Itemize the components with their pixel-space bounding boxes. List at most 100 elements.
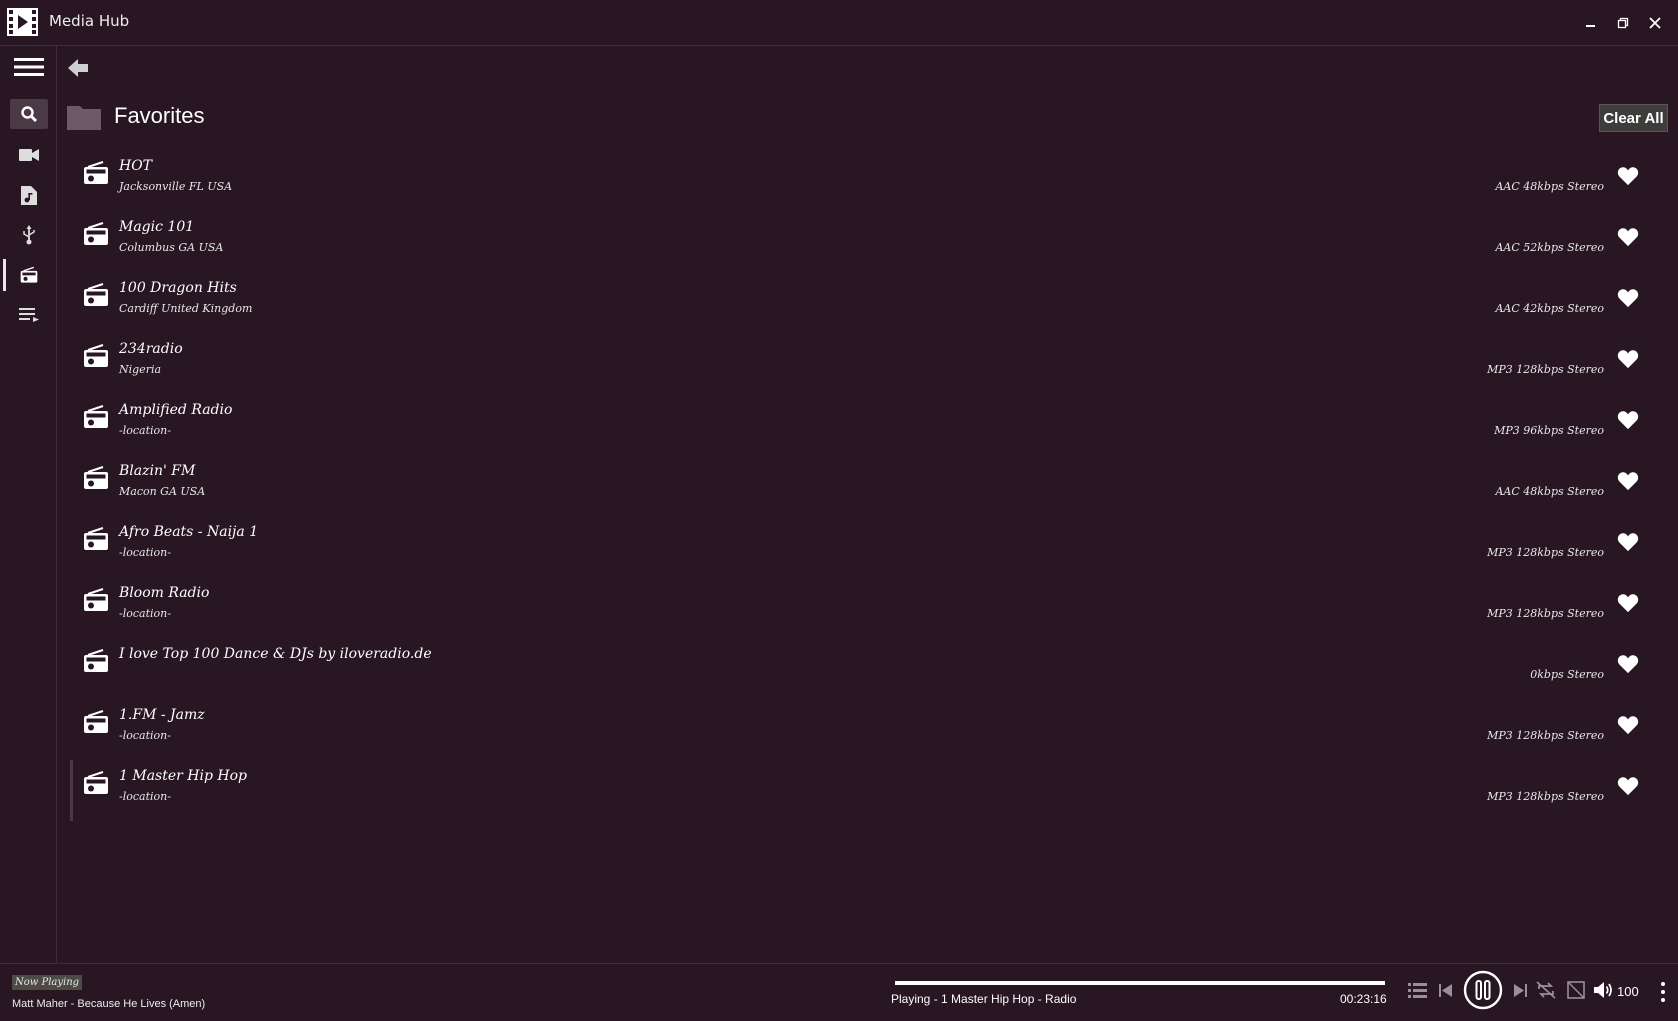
playlist-icon	[18, 308, 39, 322]
more-options-icon[interactable]	[1658, 980, 1668, 1004]
minimize-icon	[1586, 25, 1595, 27]
station-row[interactable]: HOT Jacksonville FL USA AAC 48kbps Stere…	[70, 150, 1670, 211]
radio-icon	[84, 161, 108, 184]
clear-all-button[interactable]: Clear All	[1599, 104, 1668, 132]
radio-icon	[84, 527, 108, 550]
station-format: MP3 128kbps Stereo	[1487, 790, 1604, 803]
sidebar-item-video[interactable]	[0, 136, 57, 174]
radio-icon	[20, 266, 37, 283]
station-row[interactable]: Bloom Radio -location- MP3 128kbps Stere…	[70, 577, 1670, 638]
station-format: AAC 48kbps Stereo	[1495, 180, 1604, 193]
list-icon	[1407, 982, 1427, 998]
title-bar: Media Hub	[0, 0, 1678, 46]
station-row[interactable]: 1 Master Hip Hop -location- MP3 128kbps …	[70, 760, 1670, 821]
station-name: 100 Dragon Hits	[119, 280, 237, 296]
skip-previous-icon	[1438, 983, 1452, 997]
hamburger-menu-icon	[13, 58, 44, 76]
favorite-heart-icon[interactable]	[1617, 776, 1639, 796]
favorite-heart-icon[interactable]	[1617, 410, 1639, 430]
station-location: Jacksonville FL USA	[119, 180, 233, 193]
volume-icon	[1594, 982, 1612, 998]
station-format: MP3 128kbps Stereo	[1487, 546, 1604, 559]
sidebar-item-radio[interactable]	[0, 256, 57, 294]
next-button[interactable]	[1510, 976, 1530, 1004]
close-button[interactable]	[1642, 10, 1668, 36]
back-arrow-icon[interactable]	[66, 56, 92, 80]
favorite-heart-icon[interactable]	[1617, 532, 1639, 552]
fullscreen-off-icon	[1567, 981, 1585, 999]
pause-icon	[1463, 970, 1503, 1010]
folder-icon	[67, 106, 101, 130]
radio-icon	[84, 588, 108, 611]
station-row[interactable]: I love Top 100 Dance & DJs by iloveradio…	[70, 638, 1670, 699]
radio-icon	[84, 405, 108, 428]
playback-time: 00:23:16	[1340, 992, 1387, 1006]
usb-icon	[22, 225, 35, 245]
favorite-heart-icon[interactable]	[1617, 654, 1639, 674]
playback-status: Playing - 1 Master Hip Hop - Radio	[891, 992, 1077, 1006]
radio-icon	[84, 710, 108, 733]
sidebar	[0, 46, 57, 964]
fullscreen-button[interactable]	[1563, 976, 1589, 1004]
station-name: Magic 101	[119, 219, 195, 235]
progress-fill	[895, 981, 1385, 985]
station-format: AAC 52kbps Stereo	[1495, 241, 1604, 254]
sidebar-item-search[interactable]	[0, 95, 57, 133]
previous-button[interactable]	[1435, 976, 1455, 1004]
station-format: MP3 128kbps Stereo	[1487, 729, 1604, 742]
restore-icon	[1617, 17, 1629, 29]
station-name: Afro Beats - Naija 1	[119, 524, 259, 540]
skip-next-icon	[1513, 983, 1527, 997]
favorite-heart-icon[interactable]	[1617, 349, 1639, 369]
favorite-heart-icon[interactable]	[1617, 166, 1639, 186]
favorite-heart-icon[interactable]	[1617, 288, 1639, 308]
menu-button[interactable]	[0, 48, 57, 86]
minimize-button[interactable]	[1578, 10, 1604, 36]
now-playing-track: Matt Maher - Because He Lives (Amen)	[12, 998, 206, 1010]
radio-icon	[84, 283, 108, 306]
pause-button[interactable]	[1463, 970, 1503, 1010]
favorite-heart-icon[interactable]	[1617, 227, 1639, 247]
station-name: 234radio	[119, 341, 183, 357]
station-location: Macon GA USA	[119, 485, 206, 498]
music-file-icon	[20, 185, 37, 205]
close-icon	[1649, 17, 1661, 29]
station-row[interactable]: 100 Dragon Hits Cardiff United Kingdom A…	[70, 272, 1670, 333]
repeat-button[interactable]	[1533, 976, 1559, 1004]
radio-icon	[84, 771, 108, 794]
station-format: AAC 48kbps Stereo	[1495, 485, 1604, 498]
volume-button[interactable]	[1592, 976, 1616, 1004]
station-row[interactable]: Afro Beats - Naija 1 -location- MP3 128k…	[70, 516, 1670, 577]
station-row[interactable]: Amplified Radio -location- MP3 96kbps St…	[70, 394, 1670, 455]
station-name: Bloom Radio	[119, 585, 210, 601]
station-location: -location-	[119, 607, 171, 620]
radio-icon	[84, 466, 108, 489]
station-format: MP3 128kbps Stereo	[1487, 363, 1604, 376]
restore-button[interactable]	[1610, 10, 1636, 36]
station-row[interactable]: Blazin' FM Macon GA USA AAC 48kbps Stere…	[70, 455, 1670, 516]
station-name: I love Top 100 Dance & DJs by iloveradio…	[119, 646, 432, 662]
radio-icon	[84, 344, 108, 367]
station-location: -location-	[119, 546, 171, 559]
favorite-heart-icon[interactable]	[1617, 593, 1639, 613]
queue-button[interactable]	[1405, 976, 1429, 1004]
volume-level: 100	[1617, 984, 1639, 999]
station-location: Columbus GA USA	[119, 241, 224, 254]
station-location: -location-	[119, 424, 171, 437]
station-row[interactable]: Magic 101 Columbus GA USA AAC 52kbps Ste…	[70, 211, 1670, 272]
favorite-heart-icon[interactable]	[1617, 715, 1639, 735]
station-name: HOT	[119, 158, 153, 174]
station-format: MP3 96kbps Stereo	[1494, 424, 1604, 437]
search-icon	[20, 106, 37, 123]
station-name: Blazin' FM	[119, 463, 196, 479]
radio-icon	[84, 222, 108, 245]
sidebar-item-playlist[interactable]	[0, 296, 57, 334]
favorite-heart-icon[interactable]	[1617, 471, 1639, 491]
station-format: 0kbps Stereo	[1530, 668, 1604, 681]
sidebar-item-music[interactable]	[0, 176, 57, 214]
sidebar-item-usb[interactable]	[0, 216, 57, 254]
station-row[interactable]: 234radio Nigeria MP3 128kbps Stereo	[70, 333, 1670, 394]
station-row[interactable]: 1.FM - Jamz -location- MP3 128kbps Stere…	[70, 699, 1670, 760]
progress-bar[interactable]	[895, 981, 1385, 985]
app-logo-icon	[7, 8, 38, 36]
